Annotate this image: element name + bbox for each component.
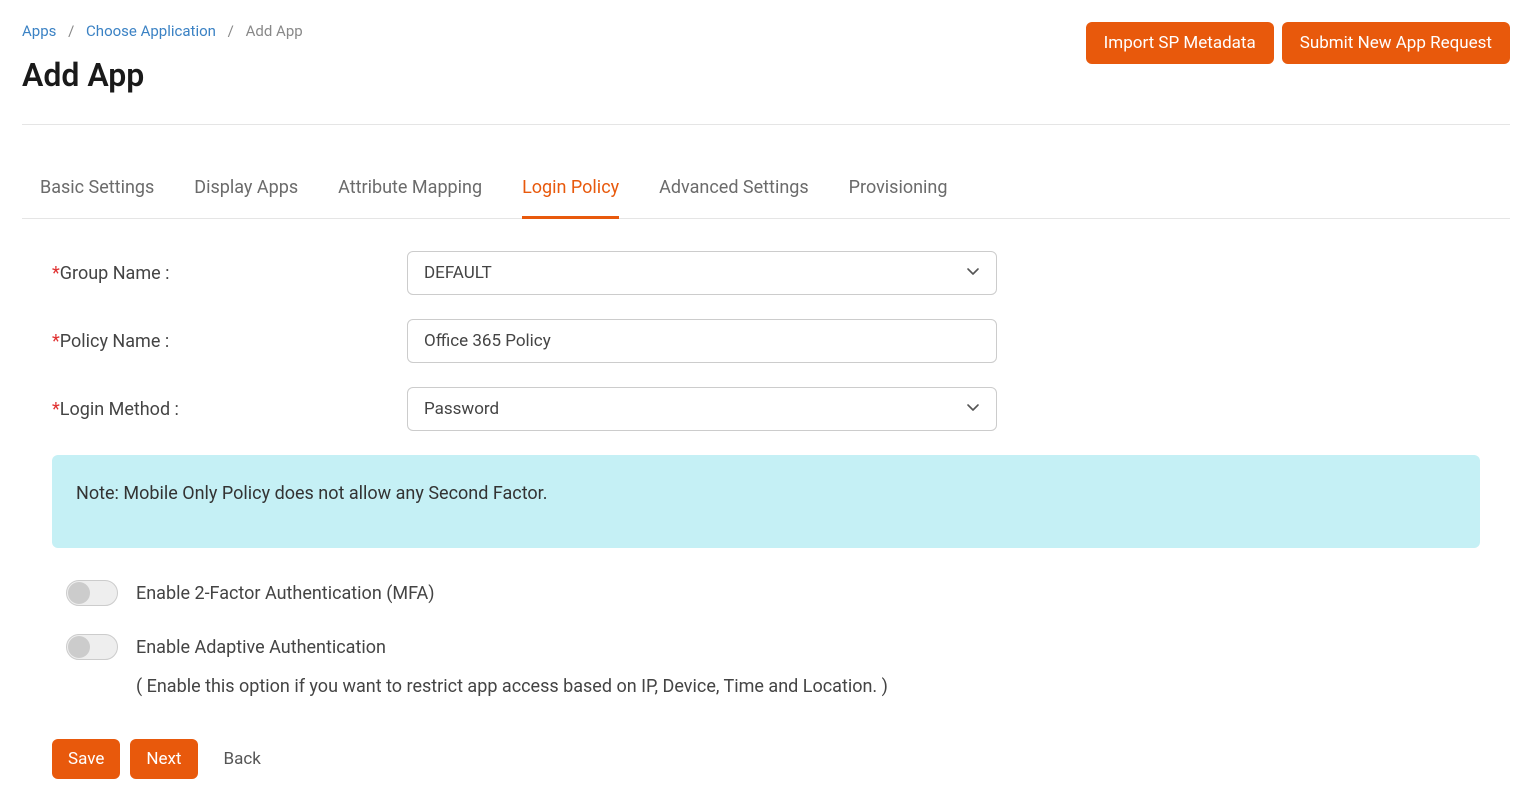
tab-advanced-settings[interactable]: Advanced Settings — [659, 163, 809, 219]
breadcrumb: Apps / Choose Application / Add App — [22, 22, 303, 40]
tab-provisioning[interactable]: Provisioning — [849, 163, 948, 219]
tabs: Basic Settings Display Apps Attribute Ma… — [22, 163, 1510, 219]
tab-display-apps[interactable]: Display Apps — [194, 163, 298, 219]
adaptive-auth-toggle[interactable] — [66, 634, 118, 660]
tab-basic-settings[interactable]: Basic Settings — [40, 163, 154, 219]
login-method-select[interactable]: Password — [407, 387, 997, 431]
import-sp-metadata-button[interactable]: Import SP Metadata — [1086, 22, 1274, 64]
breadcrumb-current: Add App — [246, 22, 303, 40]
next-button[interactable]: Next — [130, 739, 197, 779]
login-method-label: *Login Method : — [52, 399, 407, 420]
mfa-toggle[interactable] — [66, 580, 118, 606]
mfa-toggle-label: Enable 2-Factor Authentication (MFA) — [136, 583, 435, 604]
divider — [22, 124, 1510, 125]
policy-name-label: *Policy Name : — [52, 331, 407, 352]
toggle-knob — [68, 636, 90, 658]
breadcrumb-separator: / — [228, 22, 234, 40]
submit-new-app-request-button[interactable]: Submit New App Request — [1282, 22, 1510, 64]
group-name-select[interactable]: DEFAULT — [407, 251, 997, 295]
breadcrumb-separator: / — [68, 22, 74, 40]
page-title: Add App — [22, 56, 303, 94]
save-button[interactable]: Save — [52, 739, 120, 779]
back-button[interactable]: Back — [208, 739, 277, 779]
breadcrumb-choose-application[interactable]: Choose Application — [86, 22, 216, 40]
group-name-label: *Group Name : — [52, 263, 407, 284]
policy-name-input[interactable] — [407, 319, 997, 363]
adaptive-auth-toggle-label: Enable Adaptive Authentication — [136, 637, 386, 658]
breadcrumb-apps[interactable]: Apps — [22, 22, 56, 40]
toggle-knob — [68, 582, 90, 604]
note-box: Note: Mobile Only Policy does not allow … — [52, 455, 1480, 548]
tab-attribute-mapping[interactable]: Attribute Mapping — [338, 163, 482, 219]
tab-login-policy[interactable]: Login Policy — [522, 163, 619, 219]
adaptive-auth-sublabel: ( Enable this option if you want to rest… — [136, 676, 1480, 697]
